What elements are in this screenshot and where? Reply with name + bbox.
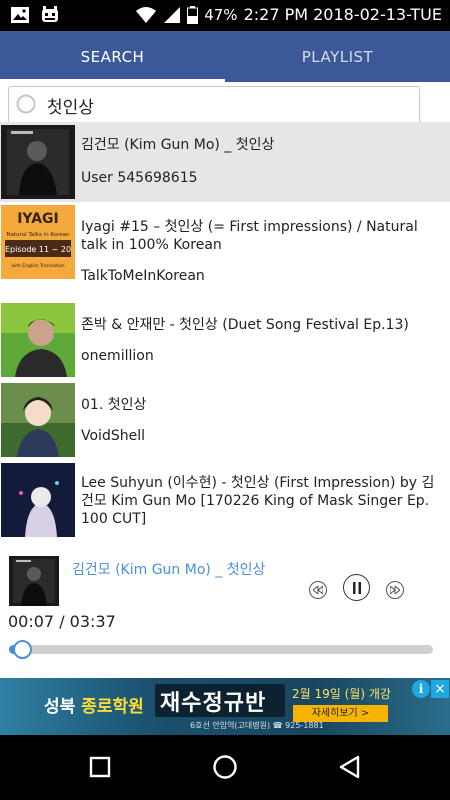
ad-date: 2월 19일 (월) 개강: [292, 687, 391, 701]
battery-icon: [187, 5, 199, 24]
thumb-line2: Episode 11 ~ 20: [5, 245, 71, 254]
ad-footer: 6호선 안암역(고대병원) ☎ 925-1881: [190, 721, 324, 730]
battery-percent: 47%: [204, 5, 238, 24]
tab-playlist[interactable]: PLAYLIST: [225, 31, 450, 82]
recents-icon: [89, 756, 111, 778]
mini-player: 김건모 (Kim Gun Mo) _ 첫인상 00:07 / 03:37: [0, 550, 450, 678]
image-icon: [11, 7, 29, 23]
item-channel: onemillion: [81, 348, 154, 364]
signal-icon: [164, 6, 181, 23]
fast-forward-button[interactable]: [386, 581, 404, 599]
item-channel: User 545698615: [81, 170, 198, 186]
ad-headline: 재수정규반: [160, 691, 267, 716]
thumb-line3: with English Translation: [11, 263, 64, 269]
tab-bar: SEARCH PLAYLIST: [0, 31, 450, 82]
recents-button[interactable]: [80, 747, 120, 787]
video-thumbnail: [1, 463, 75, 537]
clock: 2:27 PM 2018-02-13-TUE: [243, 5, 442, 24]
video-thumbnail: [1, 125, 75, 199]
item-title: 01. 첫인상: [81, 397, 147, 413]
video-thumbnail: [1, 303, 75, 377]
list-item[interactable]: 01. 첫인상 VoidShell: [0, 380, 450, 460]
ad-info-icon[interactable]: i: [412, 680, 430, 698]
item-channel: TalkToMeInKorean: [81, 268, 205, 284]
search-box[interactable]: [8, 86, 420, 124]
search-icon: [16, 94, 36, 114]
rewind-icon: [313, 586, 323, 594]
tab-search[interactable]: SEARCH: [0, 31, 225, 82]
search-input[interactable]: [47, 95, 407, 115]
item-title: 존박 & 안재만 - 첫인상 (Duet Song Festival Ep.13…: [81, 317, 409, 333]
pause-button[interactable]: [343, 574, 370, 601]
item-title: Lee Suhyun (이수현) - 첫인상 (First Impression…: [81, 475, 435, 527]
thumb-brand: IYAGI: [17, 211, 59, 227]
home-icon: [213, 755, 237, 779]
results-list[interactable]: 김건모 (Kim Gun Mo) _ 첫인상 User 545698615 IY…: [0, 122, 450, 550]
system-nav-bar: [0, 735, 450, 800]
status-bar: 47% 2:27 PM 2018-02-13-TUE: [0, 0, 450, 31]
item-channel: VoidShell: [81, 428, 145, 444]
ad-banner[interactable]: 성북 종로학원 재수정규반 2월 19일 (월) 개강 자세히보기 > 6호선 …: [0, 678, 450, 735]
thumb-line1: Natural Talks in Korean: [6, 232, 70, 238]
list-item[interactable]: 존박 & 안재만 - 첫인상 (Duet Song Festival Ep.13…: [0, 300, 450, 380]
playback-time: 00:07 / 03:37: [8, 612, 116, 631]
ad-close-icon[interactable]: ×: [431, 680, 449, 698]
video-thumbnail: IYAGI Natural Talks in Korean Episode 11…: [1, 205, 75, 279]
back-icon: [339, 755, 360, 779]
back-button[interactable]: [330, 747, 370, 787]
video-thumbnail: [1, 383, 75, 457]
list-item[interactable]: IYAGI Natural Talks in Korean Episode 11…: [0, 202, 450, 284]
app-notification-icon: [42, 6, 58, 22]
rewind-button[interactable]: [309, 581, 327, 599]
wifi-icon: [136, 6, 157, 23]
player-title: 김건모 (Kim Gun Mo) _ 첫인상: [72, 562, 266, 578]
ad-academy-name: 성북 종로학원: [44, 697, 144, 717]
seek-handle[interactable]: [13, 640, 32, 659]
list-item[interactable]: Lee Suhyun (이수현) - 첫인상 (First Impression…: [0, 460, 450, 540]
seek-bar[interactable]: [9, 645, 433, 654]
list-item[interactable]: 김건모 (Kim Gun Mo) _ 첫인상 User 545698615: [0, 122, 450, 202]
item-title: Iyagi #15 – 첫인상 (= First impressions) / …: [81, 219, 418, 253]
fast-forward-icon: [390, 586, 400, 594]
pause-icon: [352, 581, 361, 594]
home-button[interactable]: [205, 747, 245, 787]
player-thumbnail: [9, 556, 59, 606]
item-title: 김건모 (Kim Gun Mo) _ 첫인상: [81, 137, 275, 153]
